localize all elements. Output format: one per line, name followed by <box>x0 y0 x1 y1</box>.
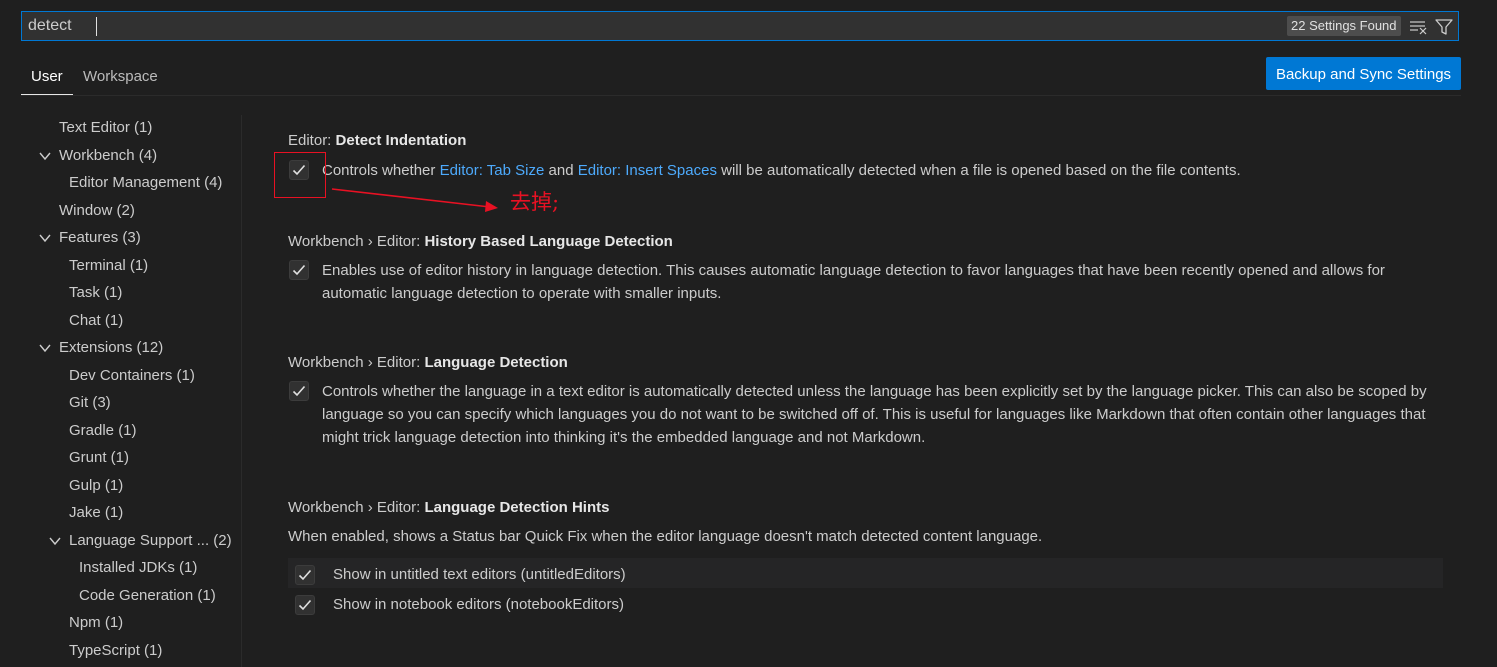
toc-item-workbench[interactable]: Workbench (4) <box>38 145 157 167</box>
toc-item-task[interactable]: Task (1) <box>69 282 122 304</box>
desc-text: will be automatically detected when a fi… <box>716 162 1241 179</box>
toc-item-label: Features (3) <box>59 229 141 246</box>
search-input[interactable] <box>28 16 1268 36</box>
toc-divider <box>241 115 242 667</box>
toc-item-label: Gradle (1) <box>69 422 137 439</box>
toc-item-language-support[interactable]: Language Support ... (2) <box>48 530 232 552</box>
toc-item-npm[interactable]: Npm (1) <box>69 612 123 634</box>
chevron-down-icon[interactable] <box>48 534 62 548</box>
toc-item-label: Window (2) <box>59 202 135 219</box>
toc-item-extensions[interactable]: Extensions (12) <box>38 337 163 359</box>
text-caret <box>96 17 97 36</box>
notebook-editors-checkbox[interactable] <box>295 595 315 615</box>
setting-category: Workbench › Editor: <box>288 233 425 250</box>
toc-item-gulp[interactable]: Gulp (1) <box>69 475 123 497</box>
desc-text: and <box>544 162 578 179</box>
setting-category: Workbench › Editor: <box>288 354 425 371</box>
checkmark-icon <box>292 264 306 276</box>
setting-desc-language-detection-hints: When enabled, shows a Status bar Quick F… <box>288 528 1043 545</box>
chevron-down-icon[interactable] <box>38 231 52 245</box>
toc-item-chat[interactable]: Chat (1) <box>69 310 123 332</box>
setting-category: Workbench › Editor: <box>288 499 425 516</box>
toc-item-text-editor[interactable]: Text Editor (1) <box>59 117 152 139</box>
notebook-editors-label[interactable]: Show in notebook editors (notebookEditor… <box>333 596 624 613</box>
annotation-text: 去掉; <box>510 190 560 214</box>
setting-title-detect-indentation: Editor: Detect Indentation <box>288 132 466 149</box>
setting-desc-detect-indentation: Controls whether Editor: Tab Size and Ed… <box>322 159 1447 182</box>
toc-item-git[interactable]: Git (3) <box>69 392 111 414</box>
toc-item-label: Extensions (12) <box>59 339 164 356</box>
toc-item-gradle[interactable]: Gradle (1) <box>69 420 137 442</box>
results-count-badge: 22 Settings Found <box>1287 16 1401 36</box>
filter-icon[interactable] <box>1433 16 1455 38</box>
toc-item-label: Dev Containers (1) <box>69 367 195 384</box>
tab-user[interactable]: User <box>31 68 63 85</box>
toc-item-label: Installed JDKs (1) <box>79 559 198 576</box>
toc-item-label: Chat (1) <box>69 312 124 329</box>
toc-item-window[interactable]: Window (2) <box>59 200 135 222</box>
chevron-down-icon[interactable] <box>38 341 52 355</box>
setting-name: Language Detection Hints <box>424 499 610 516</box>
toc-item-label: Language Support ... (2) <box>69 532 232 549</box>
toc-item-jake[interactable]: Jake (1) <box>69 502 123 524</box>
setting-title-language-detection-hints: Workbench › Editor: Language Detection H… <box>288 499 609 516</box>
toc-item-label: Editor Management (4) <box>69 174 223 191</box>
toc-item-terminal[interactable]: Terminal (1) <box>69 255 148 277</box>
tabs-divider <box>21 95 1461 96</box>
toc-item-features[interactable]: Features (3) <box>38 227 141 249</box>
insert-spaces-link[interactable]: Editor: Insert Spaces <box>578 162 717 179</box>
setting-title-history-language-detection: Workbench › Editor: History Based Langua… <box>288 233 673 250</box>
toc-item-installed-jdks[interactable]: Installed JDKs (1) <box>79 557 197 579</box>
clear-filter-icon[interactable] <box>1408 16 1430 38</box>
checkmark-icon <box>298 569 312 581</box>
untitled-editors-checkbox[interactable] <box>295 565 315 585</box>
tab-size-link[interactable]: Editor: Tab Size <box>440 162 545 179</box>
setting-name: Detect Indentation <box>335 132 467 149</box>
desc-text: Controls whether <box>322 162 440 179</box>
tab-workspace[interactable]: Workspace <box>83 68 158 85</box>
toc-item-label: TypeScript (1) <box>69 642 163 659</box>
toc-item-label: Code Generation (1) <box>79 587 216 604</box>
toc-item-label: Terminal (1) <box>69 257 149 274</box>
setting-desc-language-detection: Controls whether the language in a text … <box>322 383 1427 446</box>
setting-name: Language Detection <box>424 354 568 371</box>
backup-sync-button[interactable]: Backup and Sync Settings <box>1266 57 1461 90</box>
toc-item-label: Grunt (1) <box>69 449 130 466</box>
toc-item-label: Workbench (4) <box>59 147 158 164</box>
toc-item-label: Text Editor (1) <box>59 119 153 136</box>
toc-item-label: Gulp (1) <box>69 477 124 494</box>
toc-item-label: Npm (1) <box>69 614 124 631</box>
settings-search-box[interactable]: 22 Settings Found <box>21 11 1459 41</box>
chevron-down-icon[interactable] <box>38 149 52 163</box>
toc-item-grunt[interactable]: Grunt (1) <box>69 447 129 469</box>
language-detection-checkbox[interactable] <box>289 381 309 401</box>
toc-item-editor-management[interactable]: Editor Management (4) <box>69 172 222 194</box>
checkmark-icon <box>292 385 306 397</box>
toc-item-code-generation[interactable]: Code Generation (1) <box>79 585 216 607</box>
untitled-editors-label[interactable]: Show in untitled text editors (untitledE… <box>333 566 626 583</box>
toc-item-label: Git (3) <box>69 394 111 411</box>
setting-title-language-detection: Workbench › Editor: Language Detection <box>288 354 568 371</box>
annotation-arrow-icon <box>331 188 498 212</box>
annotation-box <box>274 152 326 198</box>
checkmark-icon <box>298 599 312 611</box>
toc-item-label: Jake (1) <box>69 504 124 521</box>
toc-item-dev-containers[interactable]: Dev Containers (1) <box>69 365 195 387</box>
setting-desc-history-language-detection: Enables use of editor history in languag… <box>322 262 1385 302</box>
setting-name: History Based Language Detection <box>424 233 673 250</box>
toc-item-label: Task (1) <box>69 284 123 301</box>
active-tab-indicator <box>21 94 73 95</box>
history-language-detection-checkbox[interactable] <box>289 260 309 280</box>
setting-category: Editor: <box>288 132 336 149</box>
toc-item-typescript[interactable]: TypeScript (1) <box>69 640 162 662</box>
